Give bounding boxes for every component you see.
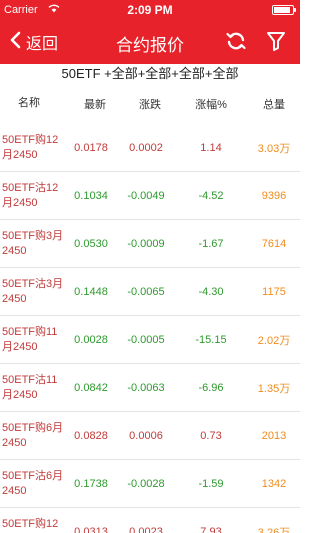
latest-price: 0.0828 xyxy=(74,430,108,442)
top-bar: Carrier 2:09 PM 返回 合约报价 xyxy=(0,0,300,64)
change-percent: -4.52 xyxy=(198,190,224,202)
contract-name: 50ETF沽3月2450 xyxy=(2,278,64,305)
table-row[interactable]: 50ETF购6月2450 0.0828 0.0006 0.73 2013 xyxy=(0,412,300,460)
change-percent: -1.59 xyxy=(198,478,224,490)
contract-name: 50ETF购12月2450 xyxy=(2,518,59,530)
price-change: -0.0028 xyxy=(127,478,165,490)
contract-name: 50ETF购3月2450 xyxy=(2,230,64,257)
page-title: 合约报价 xyxy=(116,36,184,55)
change-percent: 0.73 xyxy=(200,430,222,442)
total-volume: 2.02万 xyxy=(257,335,291,347)
column-header-pct[interactable]: 涨幅% xyxy=(182,96,240,112)
change-percent: -4.30 xyxy=(198,286,224,298)
price-change: 0.0006 xyxy=(129,430,163,442)
filter-button[interactable] xyxy=(264,29,288,53)
price-change: 0.0023 xyxy=(129,526,163,533)
filter-summary[interactable]: 50ETF +全部+全部+全部+全部 xyxy=(0,64,300,84)
column-header-volume[interactable]: 总量 xyxy=(248,96,300,112)
change-percent: -15.15 xyxy=(195,334,227,346)
battery-icon xyxy=(272,5,296,15)
total-volume: 1342 xyxy=(261,478,287,490)
table-row[interactable]: 50ETF沽6月2450 0.1738 -0.0028 -1.59 1342 xyxy=(0,460,300,508)
refresh-icon xyxy=(224,32,248,57)
table-row[interactable]: 50ETF购11月2450 0.0028 -0.0005 -15.15 2.02万 xyxy=(0,316,300,364)
total-volume: 2013 xyxy=(261,430,287,442)
filter-icon xyxy=(264,32,288,57)
table-row[interactable]: 50ETF沽12月2450 0.1034 -0.0049 -4.52 9396 xyxy=(0,172,300,220)
price-change: -0.0005 xyxy=(127,334,165,346)
latest-price: 0.0842 xyxy=(74,382,108,394)
latest-price: 0.0530 xyxy=(74,238,108,250)
nav-bar: 返回 合约报价 xyxy=(0,20,300,64)
total-volume: 3.03万 xyxy=(257,143,291,155)
price-change: -0.0049 xyxy=(127,190,165,202)
table-row[interactable]: 50ETF沽11月2450 0.0842 -0.0063 -6.96 1.35万 xyxy=(0,364,300,412)
change-percent: 1.14 xyxy=(200,142,222,154)
status-bar: Carrier 2:09 PM xyxy=(0,0,300,20)
column-header-name[interactable]: 名称 xyxy=(6,94,52,110)
contract-name: 50ETF购11月2450 xyxy=(2,326,58,353)
total-volume: 3.26万 xyxy=(257,527,291,533)
contract-name: 50ETF沽12月2450 xyxy=(2,182,59,209)
table-row[interactable]: 50ETF沽3月2450 0.1448 -0.0065 -4.30 1175 xyxy=(0,268,300,316)
price-change: 0.0002 xyxy=(129,142,163,154)
latest-price: 0.1448 xyxy=(74,286,108,298)
table-header: 名称 最新 涨跌 涨幅% 总量 xyxy=(0,84,300,124)
table-row[interactable]: 50ETF购3月2450 0.0530 -0.0009 -1.67 7614 xyxy=(0,220,300,268)
total-volume: 7614 xyxy=(261,238,287,250)
latest-price: 0.0313 xyxy=(74,526,108,533)
change-percent: -6.96 xyxy=(198,382,224,394)
total-volume: 1175 xyxy=(262,286,286,298)
change-percent: 7.93 xyxy=(200,526,222,533)
contract-name: 50ETF沽11月2450 xyxy=(2,374,58,401)
latest-price: 0.1034 xyxy=(74,190,108,202)
change-percent: -1.67 xyxy=(198,238,224,250)
table-row[interactable]: 50ETF购12月2450 0.0313 0.0023 7.93 3.26万 xyxy=(0,508,300,533)
contract-name: 50ETF购12月2450 xyxy=(2,134,59,161)
latest-price: 0.1738 xyxy=(74,478,108,490)
status-time: 2:09 PM xyxy=(127,3,173,17)
latest-price: 0.0178 xyxy=(74,142,108,154)
column-header-latest[interactable]: 最新 xyxy=(72,96,118,112)
price-change: -0.0063 xyxy=(127,382,165,394)
price-change: -0.0065 xyxy=(127,286,165,298)
total-volume: 1.35万 xyxy=(257,383,291,395)
column-header-change[interactable]: 涨跌 xyxy=(122,96,178,112)
contract-name: 50ETF沽6月2450 xyxy=(2,470,64,497)
total-volume: 9396 xyxy=(261,190,287,202)
refresh-button[interactable] xyxy=(224,29,248,53)
contract-name: 50ETF购6月2450 xyxy=(2,422,64,449)
latest-price: 0.0028 xyxy=(74,334,108,346)
price-change: -0.0009 xyxy=(127,238,165,250)
table-row[interactable]: 50ETF购12月2450 0.0178 0.0002 1.14 3.03万 xyxy=(0,124,300,172)
